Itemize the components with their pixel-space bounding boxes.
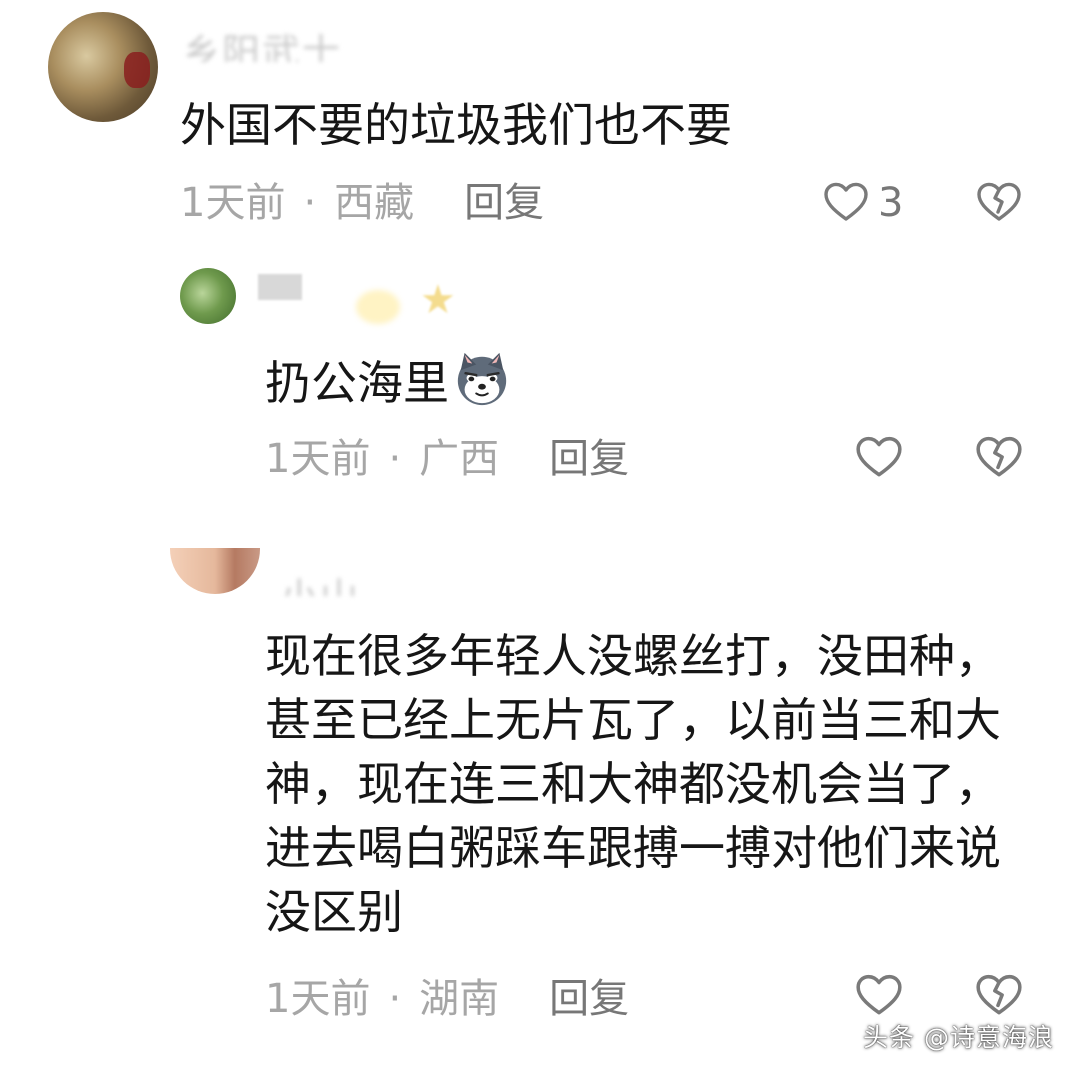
comment-text: 扔公海里 [265,349,511,415]
meta-separator: · [303,180,317,226]
heart-outline-icon[interactable] [854,970,904,1020]
reply-button[interactable]: 回复 [464,180,544,226]
comment-text: 现在很多年轻人没螺丝打，没田种，甚至已经上无片瓦了，以前当三和大神，现在连三和大… [265,629,1001,939]
avatar[interactable] [170,548,260,594]
avatar[interactable] [180,268,236,324]
comment-time: 1天前 [265,976,371,1022]
broken-heart-icon[interactable] [974,432,1024,482]
comment-time: 1天前 [265,436,371,482]
reply-button[interactable]: 回复 [549,436,629,482]
dog-emoji-icon [457,352,507,406]
like-count: 3 [878,180,904,226]
avatar-accent [124,52,150,88]
meta-separator: · [388,976,402,1022]
comment-location: 西藏 [334,180,415,226]
broken-heart-icon[interactable] [974,970,1024,1020]
comment-location: 湖南 [419,976,500,1022]
star-badge-icon: ★ [420,277,456,323]
meta-separator: · [388,436,402,482]
reply-button[interactable]: 回复 [549,976,629,1022]
comment-meta: 1天前 · 西藏 回复 [180,178,544,228]
username[interactable]: 乡阳武士 [182,22,342,62]
comment-text: 外国不要的垃圾我们也不要 [180,98,732,152]
heart-outline-icon[interactable] [854,432,904,482]
broken-heart-icon[interactable] [974,178,1024,226]
comment-location: 广西 [419,436,500,482]
heart-outline-icon[interactable] [822,178,870,226]
username[interactable]: 小山 [280,566,360,596]
comment-meta: 1天前 · 广西 回复 [265,434,629,484]
avatar[interactable] [48,12,158,122]
comment-time: 1天前 [180,180,286,226]
comment-meta: 1天前 · 湖南 回复 [265,974,629,1024]
watermark: 头条 @诗意海浪 [863,1023,1054,1052]
user-badge-blur [356,290,400,324]
comment-text-content: 扔公海里 [265,356,449,410]
comment-thread: 乡阳武士 外国不要的垃圾我们也不要 1天前 · 西藏 回复 3 ★ 扔公海里 1… [0,0,1080,1072]
username-redacted [258,274,302,300]
